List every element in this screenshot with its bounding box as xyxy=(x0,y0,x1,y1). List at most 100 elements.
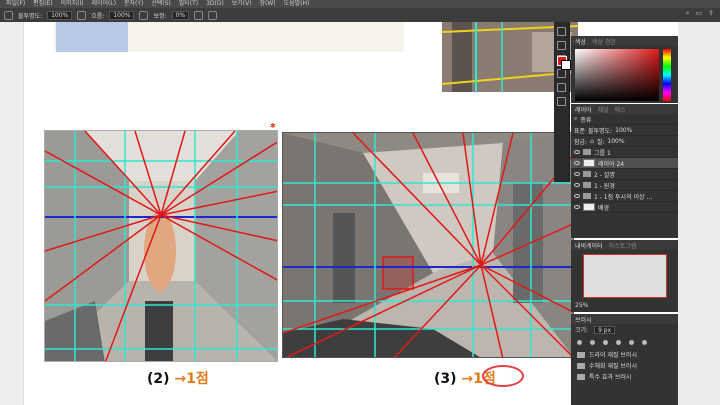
caption-2: (2) →1점 xyxy=(147,368,209,388)
brush-preset[interactable] xyxy=(577,339,582,345)
fill-label: 칠: xyxy=(596,138,605,146)
brush-panel: 브러시 크기: 9 px 드라이 재질 브러시 수채화 재질 브러시 특수 효과… xyxy=(571,314,678,405)
flow-label: 흐름: xyxy=(91,12,105,20)
menu-image[interactable]: 이미지(I) xyxy=(61,0,84,7)
brush-folder[interactable]: 수채화 재질 브러시 xyxy=(571,360,678,371)
tab-histogram[interactable]: 히스토그램 xyxy=(609,241,637,250)
path-tool-icon[interactable] xyxy=(557,69,566,78)
menu-view[interactable]: 보기(V) xyxy=(232,0,252,7)
left-margin xyxy=(0,22,24,405)
share-icon[interactable]: ⇪ xyxy=(708,9,714,18)
menu-select[interactable]: 선택(S) xyxy=(151,0,171,7)
layer-row[interactable]: 1 - 1점 투시의 이상 … xyxy=(571,191,678,202)
layer-row-selected[interactable]: 레이어 24 xyxy=(571,158,678,169)
brush-title[interactable]: 브러시 xyxy=(575,315,592,324)
pressure-size-icon[interactable] xyxy=(208,10,218,20)
menu-window[interactable]: 창(W) xyxy=(260,0,276,7)
tab-layers[interactable]: 레이어 xyxy=(575,105,592,114)
navigator-panel: 내비게이터 히스토그램 25% xyxy=(571,240,678,312)
caption-3-number: (3) xyxy=(434,371,457,387)
opacity-field[interactable]: 100% xyxy=(47,10,73,20)
airbrush-icon[interactable] xyxy=(139,10,149,20)
menu-3d[interactable]: 3D(D) xyxy=(206,0,224,7)
gear-icon[interactable] xyxy=(194,10,204,20)
fill-field[interactable]: 100% xyxy=(607,138,624,145)
brush-preset[interactable] xyxy=(642,339,647,345)
menu-filter[interactable]: 필터(T) xyxy=(179,0,198,7)
blend-mode-select[interactable]: 표준 xyxy=(574,126,585,135)
brush-size-row: 크기: 9 px xyxy=(571,324,678,335)
layer-row[interactable]: 그룹 1 xyxy=(571,147,678,158)
hand-tool-icon[interactable] xyxy=(557,83,566,92)
brush-folder[interactable]: 드라이 재질 브러시 xyxy=(571,349,678,360)
layer-row[interactable]: 1 - 원경 xyxy=(571,180,678,191)
window-controls: ⌕ ▭ ⇪ xyxy=(686,9,714,18)
brush-size-field[interactable]: 9 px xyxy=(594,325,616,334)
perspective-image-3 xyxy=(282,132,574,358)
brush-preset[interactable] xyxy=(590,339,595,345)
menu-help[interactable]: 도움말(H) xyxy=(284,0,310,7)
color-picker-field[interactable] xyxy=(575,49,659,101)
layers-panel: 레이어 채널 패스 ⌕ 종류 표준 불투명도: 100% 잠금: ⌂ 칠: 10… xyxy=(571,104,678,238)
navigator-zoom[interactable]: 25% xyxy=(575,302,588,309)
tab-swatches[interactable]: 색상 견본 xyxy=(592,37,616,46)
tab-color[interactable]: 색상 xyxy=(575,37,586,46)
hue-slider[interactable] xyxy=(663,49,671,101)
search-icon: ⌕ xyxy=(574,115,578,122)
menu-file[interactable]: 파일(F) xyxy=(6,0,25,7)
pressure-opacity-icon[interactable] xyxy=(77,10,87,20)
lock-row: 잠금: ⌂ 칠: 100% xyxy=(571,136,678,147)
tab-navigator[interactable]: 내비게이터 xyxy=(575,241,603,250)
eye-icon[interactable] xyxy=(574,172,580,176)
document-canvas[interactable]: ✱ (2) →1점 (3) →1점 xyxy=(24,22,578,405)
flow-field[interactable]: 100% xyxy=(109,10,135,20)
layer-opacity-field[interactable]: 100% xyxy=(615,127,632,134)
tab-channels[interactable]: 채널 xyxy=(598,105,609,114)
brush-size-label: 크기: xyxy=(575,327,589,334)
layer-row[interactable]: 배경 xyxy=(571,202,678,213)
menu-layer[interactable]: 레이어(L) xyxy=(91,0,116,7)
layer-thumbnail xyxy=(583,203,595,211)
background-color-swatch[interactable] xyxy=(561,60,571,70)
menu-type[interactable]: 문자(Y) xyxy=(124,0,143,7)
smoothing-label: 보정: xyxy=(153,12,167,20)
selection-box xyxy=(56,22,128,52)
lock-icon[interactable]: ⌂ xyxy=(590,138,594,145)
color-panel-tabs: 색상 색상 견본 xyxy=(571,36,678,46)
zoom-tool-icon[interactable] xyxy=(557,97,566,106)
brush-preset[interactable] xyxy=(616,339,621,345)
brush-folder-name: 수채화 재질 브러시 xyxy=(589,363,637,370)
smoothing-field[interactable]: 0% xyxy=(171,10,190,20)
brush-preset[interactable] xyxy=(603,339,608,345)
eye-icon[interactable] xyxy=(574,194,580,198)
eye-icon[interactable] xyxy=(574,161,580,165)
kind-filter[interactable]: 종류 xyxy=(580,115,591,124)
opacity-label: 불투명도: xyxy=(18,12,43,20)
search-icon[interactable]: ⌕ xyxy=(686,9,690,18)
folder-icon xyxy=(577,373,585,380)
tool-strip xyxy=(554,22,570,182)
brush-preset-icon[interactable] xyxy=(4,10,13,20)
brush-folder[interactable]: 특수 효과 브러시 xyxy=(571,371,678,382)
eye-icon[interactable] xyxy=(574,205,580,209)
brush-panel-title: 브러시 xyxy=(571,314,678,324)
brush-preset[interactable] xyxy=(629,339,634,345)
workspace-icon[interactable]: ▭ xyxy=(696,9,703,18)
eye-icon[interactable] xyxy=(574,183,580,187)
brush-tool-icon[interactable] xyxy=(557,27,566,36)
lock-label: 잠금: xyxy=(574,138,588,146)
eye-icon[interactable] xyxy=(574,150,580,154)
layer-row[interactable]: 2 - 설명 xyxy=(571,169,678,180)
brush-folder-name: 특수 효과 브러시 xyxy=(589,374,632,381)
layers-panel-tabs: 레이어 채널 패스 xyxy=(571,104,678,114)
hand-drawn-circle xyxy=(482,365,524,387)
menu-edit[interactable]: 편집(E) xyxy=(33,0,53,7)
caption-2-score: 1점 xyxy=(186,371,209,387)
tab-paths[interactable]: 패스 xyxy=(615,105,626,114)
folder-icon xyxy=(583,149,591,155)
navigator-preview[interactable] xyxy=(583,254,667,298)
options-bar: 불투명도: 100% 흐름: 100% 보정: 0% xyxy=(0,8,720,22)
eraser-tool-icon[interactable] xyxy=(557,41,566,50)
caption-2-number: (2) xyxy=(147,371,170,387)
stray-mark: ✱ xyxy=(270,122,276,130)
